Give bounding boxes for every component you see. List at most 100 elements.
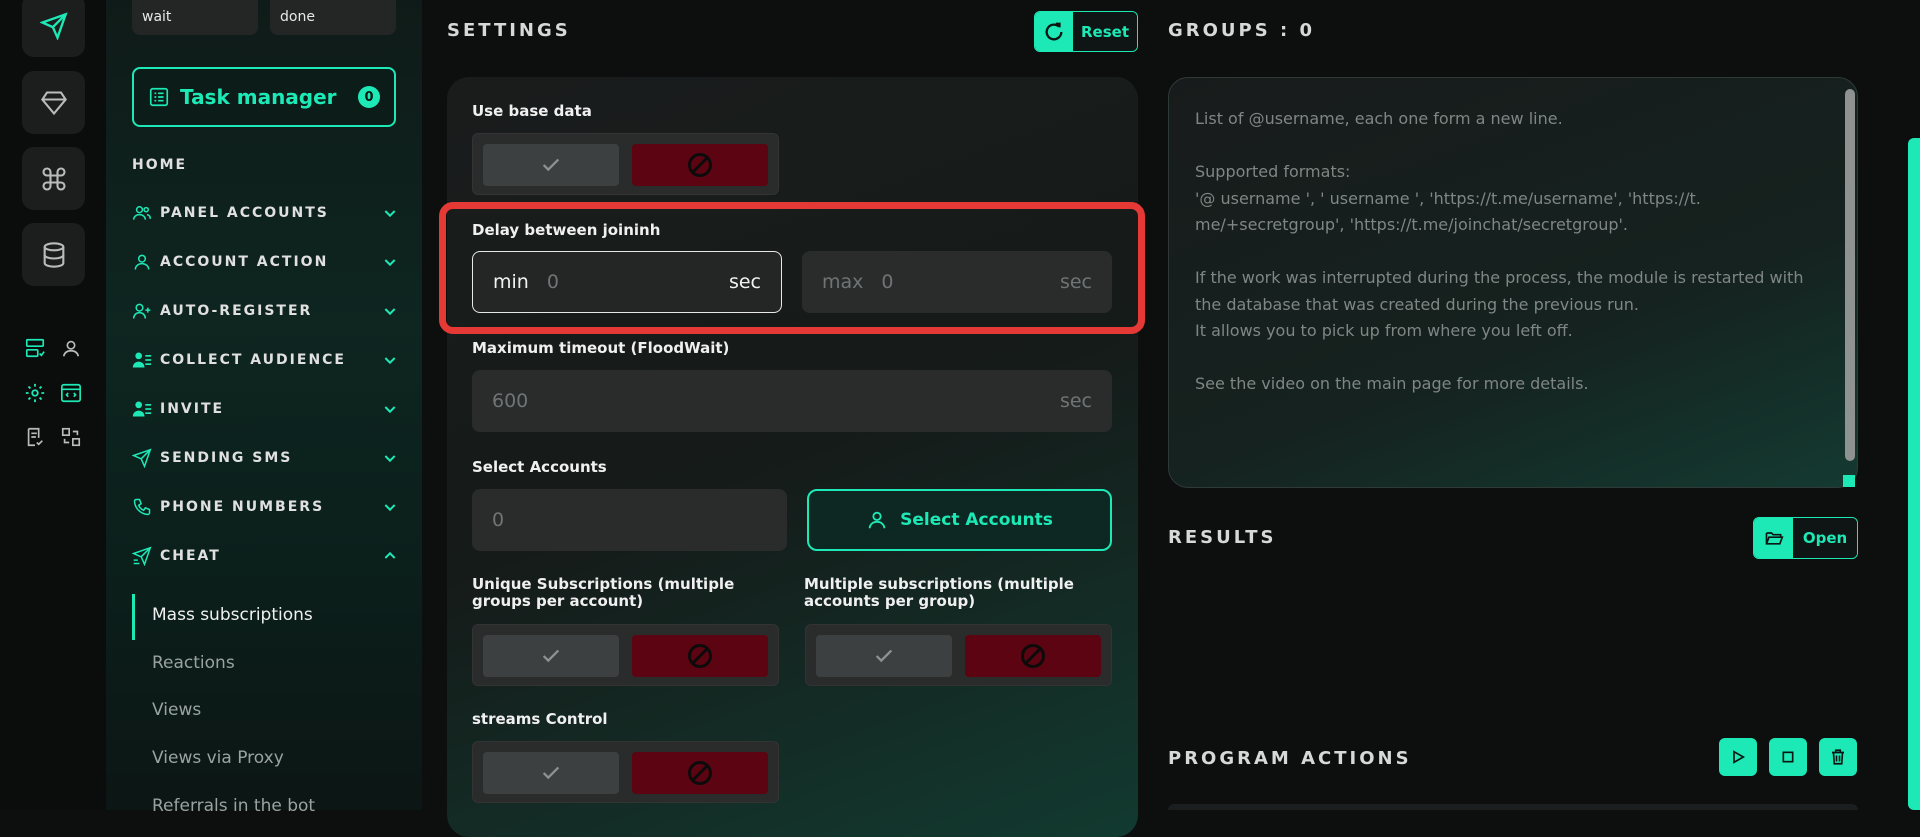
nav-label: SENDING SMS xyxy=(160,450,293,466)
open-label: Open xyxy=(1793,518,1857,558)
gear-icon xyxy=(25,383,45,403)
toggle-no-button[interactable] xyxy=(965,635,1101,677)
send-fast-icon xyxy=(132,546,152,566)
sub-views-via-proxy[interactable]: Views via Proxy xyxy=(152,748,284,768)
doc-check-button[interactable] xyxy=(22,424,48,450)
sub-mass-subscriptions[interactable]: Mass subscriptions xyxy=(152,605,313,625)
play-button[interactable] xyxy=(1719,738,1757,776)
toggle-no-button[interactable] xyxy=(632,635,768,677)
nav-panel-accounts[interactable]: PANEL ACCOUNTS xyxy=(132,198,398,228)
nav-account-action[interactable]: ACCOUNT ACTION xyxy=(132,247,398,277)
code-window-button[interactable] xyxy=(58,380,84,406)
timeout-label: Maximum timeout (FloodWait) xyxy=(472,339,730,357)
nav-label: PANEL ACCOUNTS xyxy=(160,205,329,221)
results-title: RESULTS xyxy=(1168,527,1277,548)
nav-home[interactable]: HOME xyxy=(132,157,187,173)
streams-control-toggle xyxy=(472,741,779,803)
diamond-nav-button[interactable] xyxy=(22,71,85,134)
resize-handle[interactable] xyxy=(1843,475,1855,487)
settings-title: SETTINGS xyxy=(447,20,571,41)
open-button[interactable]: Open xyxy=(1753,517,1858,559)
toggle-yes-button[interactable] xyxy=(483,144,619,186)
active-indicator xyxy=(132,594,135,640)
chevron-down-icon xyxy=(384,210,396,218)
nav-cheat[interactable]: CHEAT xyxy=(132,541,398,571)
chevron-down-icon xyxy=(384,259,396,267)
nav-label: ACCOUNT ACTION xyxy=(160,254,329,270)
groups-textarea[interactable]: List of @username, each one form a new l… xyxy=(1168,77,1858,488)
code-window-icon xyxy=(61,383,81,403)
highlight-frame xyxy=(439,202,1145,334)
toggle-no-button[interactable] xyxy=(632,144,768,186)
settings-button[interactable] xyxy=(22,380,48,406)
ban-icon xyxy=(688,644,712,668)
nav-label: CHEAT xyxy=(160,548,221,564)
nav-auto-register[interactable]: AUTO-REGISTER xyxy=(132,296,398,326)
sub-referrals[interactable]: Referrals in the bot xyxy=(152,796,315,816)
nav-label: COLLECT AUDIENCE xyxy=(160,352,346,368)
users-icon xyxy=(132,206,152,220)
toggle-no-button[interactable] xyxy=(632,752,768,794)
toggle-yes-button[interactable] xyxy=(816,635,952,677)
phone-icon xyxy=(133,498,151,516)
toggle-yes-button[interactable] xyxy=(483,752,619,794)
play-icon xyxy=(1733,750,1746,764)
send-icon xyxy=(39,11,68,40)
user-icon xyxy=(134,254,150,270)
timeout-value: 600 xyxy=(492,390,529,412)
timeout-suffix: sec xyxy=(1059,390,1092,412)
task-manager-button[interactable]: Task manager 0 xyxy=(132,67,396,127)
groups-placeholder: List of @username, each one form a new l… xyxy=(1195,109,1804,393)
user-list-icon xyxy=(132,401,152,417)
reset-label: Reset xyxy=(1073,12,1137,51)
trash-icon xyxy=(1832,749,1844,765)
timeout-input[interactable]: 600 sec xyxy=(472,370,1112,432)
swap-button[interactable] xyxy=(58,424,84,450)
chevron-up-icon xyxy=(384,551,396,559)
program-actions-panel xyxy=(1168,804,1858,810)
chevron-down-icon xyxy=(384,308,396,316)
ban-icon xyxy=(688,761,712,785)
sidebar: wait done Task manager 0 HOME PANEL ACCO… xyxy=(106,0,422,816)
page-scrollbar[interactable] xyxy=(1908,138,1920,810)
program-actions-title: PROGRAM ACTIONS xyxy=(1168,748,1412,769)
document-check-icon xyxy=(27,427,43,447)
user-icon xyxy=(868,511,886,529)
sub-views[interactable]: Views xyxy=(152,700,201,720)
user-circle-icon xyxy=(62,340,80,357)
server-check-button[interactable] xyxy=(22,335,48,361)
accounts-count-input[interactable]: 0 xyxy=(472,489,787,551)
command-nav-button[interactable] xyxy=(22,147,85,210)
toggle-yes-button[interactable] xyxy=(483,635,619,677)
task-list-icon xyxy=(149,87,169,107)
groups-scrollbar[interactable] xyxy=(1845,89,1855,461)
accounts-count: 0 xyxy=(492,509,505,531)
icon-rail xyxy=(0,0,106,810)
nav-phone-numbers[interactable]: PHONE NUMBERS xyxy=(132,492,398,522)
nav-label: AUTO-REGISTER xyxy=(160,303,313,319)
user-plus-icon xyxy=(132,303,151,319)
select-accounts-label: Select Accounts xyxy=(472,458,607,476)
database-icon xyxy=(43,241,64,268)
chevron-down-icon xyxy=(384,406,396,414)
status-wait: wait xyxy=(132,0,258,35)
nav-invite[interactable]: INVITE xyxy=(132,394,398,424)
groups-title: GROUPS : 0 xyxy=(1168,20,1315,41)
database-nav-button[interactable] xyxy=(22,223,85,286)
reset-button[interactable]: Reset xyxy=(1034,11,1138,52)
profile-button[interactable] xyxy=(58,335,84,361)
use-base-data-toggle xyxy=(472,133,779,195)
select-accounts-button[interactable]: Select Accounts xyxy=(807,489,1112,551)
unique-subs-toggle xyxy=(472,624,779,686)
ban-icon xyxy=(1021,644,1045,668)
delete-button[interactable] xyxy=(1819,738,1857,776)
stop-button[interactable] xyxy=(1769,738,1807,776)
chevron-down-icon xyxy=(384,357,396,365)
nav-collect-audience[interactable]: COLLECT AUDIENCE xyxy=(132,345,398,375)
check-icon xyxy=(542,766,560,780)
status-done: done xyxy=(270,0,396,35)
nav-sending-sms[interactable]: SENDING SMS xyxy=(132,443,398,473)
telegram-nav-button[interactable] xyxy=(22,0,85,57)
task-manager-label: Task manager xyxy=(180,85,337,109)
sub-reactions[interactable]: Reactions xyxy=(152,653,235,673)
